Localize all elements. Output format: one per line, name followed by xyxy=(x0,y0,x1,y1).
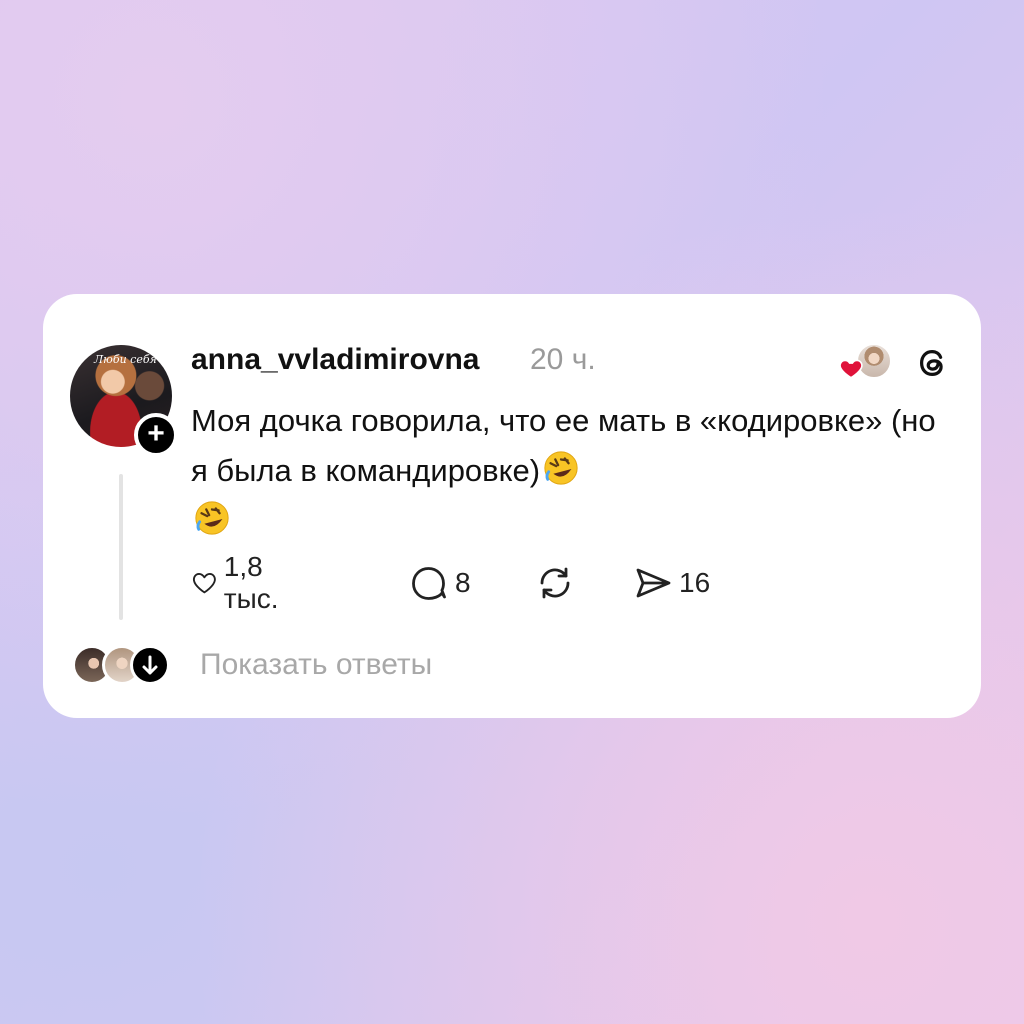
heart-outline-icon xyxy=(192,573,216,594)
repost-button[interactable] xyxy=(535,562,581,604)
share-send-icon xyxy=(636,568,671,598)
repost-arrows-icon xyxy=(540,567,570,599)
threads-logo-icon[interactable] xyxy=(914,344,952,382)
avatar-caption: Люби себя xyxy=(94,353,157,366)
comment-button[interactable]: 8 xyxy=(409,562,471,604)
comment-bubble-icon xyxy=(412,567,446,600)
comment-count: 8 xyxy=(455,567,471,598)
follow-plus-icon[interactable]: + xyxy=(134,413,178,457)
share-count: 16 xyxy=(679,567,711,598)
like-count: 1,8 тыс. xyxy=(223,551,279,614)
rolling-laughing-emoji-icon xyxy=(195,501,229,535)
arrow-down-icon xyxy=(130,645,170,685)
rolling-laughing-emoji-icon xyxy=(544,451,578,485)
author-username[interactable]: anna_vvladimirovna xyxy=(191,343,479,377)
share-button[interactable]: 16 xyxy=(633,562,710,604)
like-button[interactable]: 1,8 тыс. xyxy=(191,551,292,614)
post-text: Моя дочка говорила, что ее мать в «кодир… xyxy=(191,396,951,546)
heart-badge-icon xyxy=(839,359,863,379)
thread-line xyxy=(119,474,123,620)
show-replies-link[interactable]: Показать ответы xyxy=(200,648,432,682)
liked-by-author-indicator xyxy=(838,343,894,383)
post-timestamp: 20 ч. xyxy=(530,343,596,376)
